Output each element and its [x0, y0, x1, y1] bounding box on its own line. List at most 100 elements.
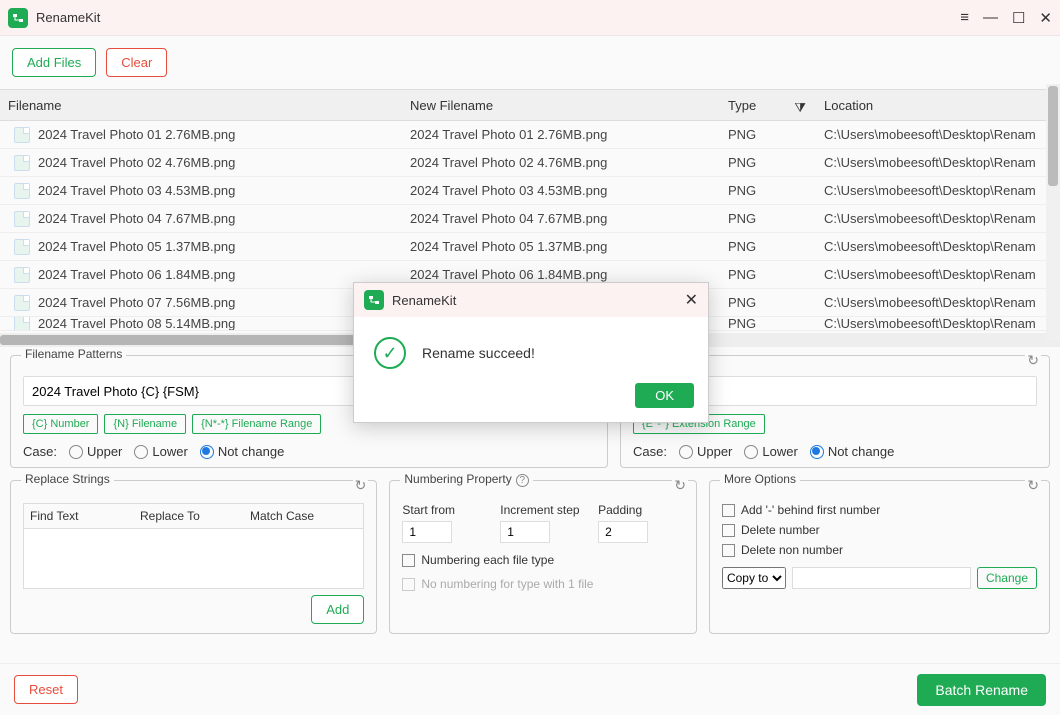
cell-location: C:\Users\mobeesoft\Desktop\Renam	[816, 239, 1060, 254]
col-find-text: Find Text	[24, 509, 134, 523]
table-row[interactable]: 2024 Travel Photo 01 2.76MB.png 2024 Trav…	[0, 121, 1060, 149]
radio-lower-ext[interactable]: Lower	[744, 444, 797, 459]
file-icon	[14, 211, 30, 227]
case-label: Case:	[23, 444, 57, 459]
app-icon	[8, 8, 28, 28]
cell-filename: 2024 Travel Photo 01 2.76MB.png	[38, 127, 235, 142]
table-row[interactable]: 2024 Travel Photo 05 1.37MB.png 2024 Trav…	[0, 233, 1060, 261]
increment-label: Increment step	[500, 503, 586, 517]
dialog-ok-button[interactable]: OK	[635, 383, 694, 408]
cell-type: PNG	[720, 317, 816, 331]
refresh-icon[interactable]: ↻	[672, 477, 688, 494]
change-button[interactable]: Change	[977, 567, 1037, 589]
file-icon	[14, 267, 30, 283]
dialog-message: Rename succeed!	[422, 345, 535, 361]
col-match-case: Match Case	[244, 509, 363, 523]
cell-new-filename: 2024 Travel Photo 05 1.37MB.png	[402, 239, 720, 254]
filter-icon[interactable]: ⧩	[794, 100, 806, 116]
add-files-button[interactable]: Add Files	[12, 48, 96, 77]
refresh-icon[interactable]: ↻	[1025, 352, 1041, 369]
menu-icon[interactable]: ≡	[960, 9, 969, 26]
cell-location: C:\Users\mobeesoft\Desktop\Renam	[816, 267, 1060, 282]
more-options-section: More Options ↻ Add '-' behind first numb…	[709, 480, 1050, 634]
start-from-input[interactable]	[402, 521, 452, 543]
cell-location: C:\Users\mobeesoft\Desktop\Renam	[816, 155, 1060, 170]
cell-filename: 2024 Travel Photo 05 1.37MB.png	[38, 239, 235, 254]
file-icon	[14, 155, 30, 171]
file-icon	[14, 317, 30, 331]
batch-rename-button[interactable]: Batch Rename	[917, 674, 1046, 706]
numbering-property-section: Numbering Property? ↻ Start from Increme…	[389, 480, 697, 634]
dialog-close-icon[interactable]: ✕	[685, 290, 698, 310]
close-icon[interactable]: ✕	[1039, 9, 1052, 27]
cell-type: PNG	[720, 211, 816, 226]
success-check-icon: ✓	[374, 337, 406, 369]
help-icon[interactable]: ?	[516, 474, 529, 487]
col-replace-to: Replace To	[134, 509, 244, 523]
col-location[interactable]: Location	[816, 98, 1060, 113]
check-each-type[interactable]: Numbering each file type	[402, 553, 684, 567]
cell-location: C:\Users\mobeesoft\Desktop\Renam	[816, 183, 1060, 198]
radio-not-change-ext[interactable]: Not change	[810, 444, 895, 459]
check-delete-non-number[interactable]: Delete non number	[722, 543, 1037, 557]
add-replace-button[interactable]: Add	[311, 595, 364, 624]
radio-lower[interactable]: Lower	[134, 444, 187, 459]
table-row[interactable]: 2024 Travel Photo 02 4.76MB.png2024 Trav…	[0, 149, 1060, 177]
toolbar: Add Files Clear	[0, 36, 1060, 89]
refresh-icon[interactable]: ↻	[353, 477, 369, 494]
cell-location: C:\Users\mobeesoft\Desktop\Renam	[816, 317, 1060, 331]
maximize-icon[interactable]: ☐	[1012, 9, 1025, 27]
check-delete-number[interactable]: Delete number	[722, 523, 1037, 537]
dialog-title: RenameKit	[392, 293, 685, 308]
chip-filename-range[interactable]: {N*-*} Filename Range	[192, 414, 321, 434]
cell-new-filename: 2024 Travel Photo 04 7.67MB.png	[402, 211, 720, 226]
section-title: Filename Patterns	[21, 347, 126, 361]
cell-new-filename: 2024 Travel Photo 01 2.76MB.png	[402, 127, 720, 142]
increment-input[interactable]	[500, 521, 550, 543]
file-icon	[14, 295, 30, 311]
cell-type: PNG	[720, 183, 816, 198]
file-icon	[14, 239, 30, 255]
file-icon	[14, 183, 30, 199]
col-filename[interactable]: Filename	[0, 98, 402, 113]
section-title: Numbering Property?	[400, 472, 532, 487]
col-new-filename[interactable]: New Filename	[402, 98, 720, 113]
cell-new-filename: 2024 Travel Photo 06 1.84MB.png	[402, 267, 720, 282]
section-title: More Options	[720, 472, 800, 486]
reset-button[interactable]: Reset	[14, 675, 78, 704]
cell-filename: 2024 Travel Photo 06 1.84MB.png	[38, 267, 235, 282]
copy-to-path[interactable]	[792, 567, 971, 589]
cell-type: PNG	[720, 295, 816, 310]
dialog-title-bar: RenameKit ✕	[354, 283, 708, 317]
minimize-icon[interactable]: —	[983, 9, 998, 26]
padding-input[interactable]	[598, 521, 648, 543]
cell-type: PNG	[720, 155, 816, 170]
vertical-scrollbar[interactable]	[1046, 84, 1060, 340]
cell-filename: 2024 Travel Photo 03 4.53MB.png	[38, 183, 235, 198]
radio-not-change[interactable]: Not change	[200, 444, 285, 459]
replace-list[interactable]	[23, 529, 364, 589]
refresh-icon[interactable]: ↻	[1025, 477, 1041, 494]
check-add-dash[interactable]: Add '-' behind first number	[722, 503, 1037, 517]
check-no-num-single[interactable]: No numbering for type with 1 file	[402, 577, 684, 591]
table-header: Filename New Filename Type⧩ Location	[0, 89, 1060, 121]
success-dialog: RenameKit ✕ ✓ Rename succeed! OK	[353, 282, 709, 423]
title-bar: RenameKit ≡ — ☐ ✕	[0, 0, 1060, 36]
radio-upper[interactable]: Upper	[69, 444, 122, 459]
radio-upper-ext[interactable]: Upper	[679, 444, 732, 459]
table-row[interactable]: 2024 Travel Photo 04 7.67MB.png 2024 Trav…	[0, 205, 1060, 233]
cell-location: C:\Users\mobeesoft\Desktop\Renam	[816, 127, 1060, 142]
clear-button[interactable]: Clear	[106, 48, 167, 77]
cell-filename: 2024 Travel Photo 04 7.67MB.png	[38, 211, 235, 226]
cell-filename: 2024 Travel Photo 02 4.76MB.png	[38, 155, 235, 170]
section-title: Replace Strings	[21, 472, 114, 486]
app-title: RenameKit	[36, 10, 960, 25]
replace-strings-section: Replace Strings ↻ Find Text Replace To M…	[10, 480, 377, 634]
col-type[interactable]: Type⧩	[720, 98, 816, 113]
table-row[interactable]: 2024 Travel Photo 03 4.53MB.png2024 Trav…	[0, 177, 1060, 205]
chip-filename[interactable]: {N} Filename	[104, 414, 186, 434]
copy-to-select[interactable]: Copy to	[722, 567, 786, 589]
chip-number[interactable]: {C} Number	[23, 414, 98, 434]
footer: Reset Batch Rename	[0, 663, 1060, 715]
cell-type: PNG	[720, 127, 816, 142]
